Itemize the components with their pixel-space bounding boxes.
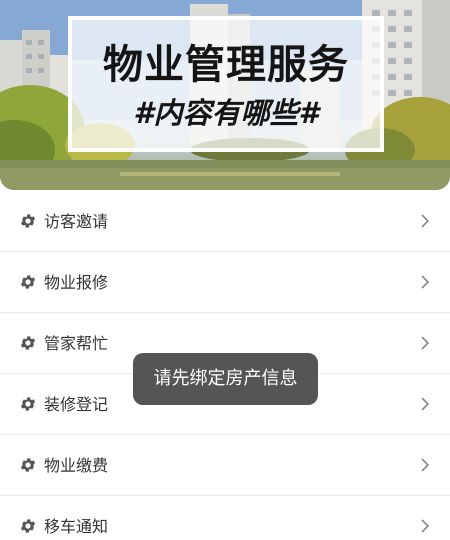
gear-icon [20,458,36,472]
gear-icon [20,336,36,350]
menu-item-visitor-invite[interactable]: 访客邀请 [0,191,450,252]
page: 物业管理服务 #内容有哪些# 访客邀请 物业报修 管家帮忙 装修登记 物业缴费 … [0,0,450,540]
chevron-right-icon [421,214,430,228]
gear-icon [20,519,36,533]
chevron-right-icon [421,458,430,472]
gear-icon [20,275,36,289]
menu-item-label: 管家帮忙 [44,334,109,353]
gear-icon [20,397,36,411]
menu-item-label: 访客邀请 [44,212,109,231]
chevron-right-icon [421,275,430,289]
banner[interactable]: 物业管理服务 #内容有哪些# [0,0,450,190]
gear-icon [20,214,36,228]
menu-item-move-car-notice[interactable]: 移车通知 [0,496,450,540]
menu-item-label: 物业报修 [44,273,109,292]
chevron-right-icon [421,336,430,350]
banner-title: 物业管理服务 [103,42,349,88]
menu-item-label: 物业缴费 [44,456,109,475]
menu-item-label: 装修登记 [44,395,109,414]
menu-item-repair[interactable]: 物业报修 [0,252,450,313]
banner-subtitle: #内容有哪些# [133,96,319,130]
chevron-right-icon [421,397,430,411]
toast-message: 请先绑定房产信息 [133,353,318,405]
banner-text-panel: 物业管理服务 #内容有哪些# [68,16,384,152]
menu-item-label: 移车通知 [44,517,109,536]
menu-item-property-payment[interactable]: 物业缴费 [0,435,450,496]
chevron-right-icon [421,519,430,533]
